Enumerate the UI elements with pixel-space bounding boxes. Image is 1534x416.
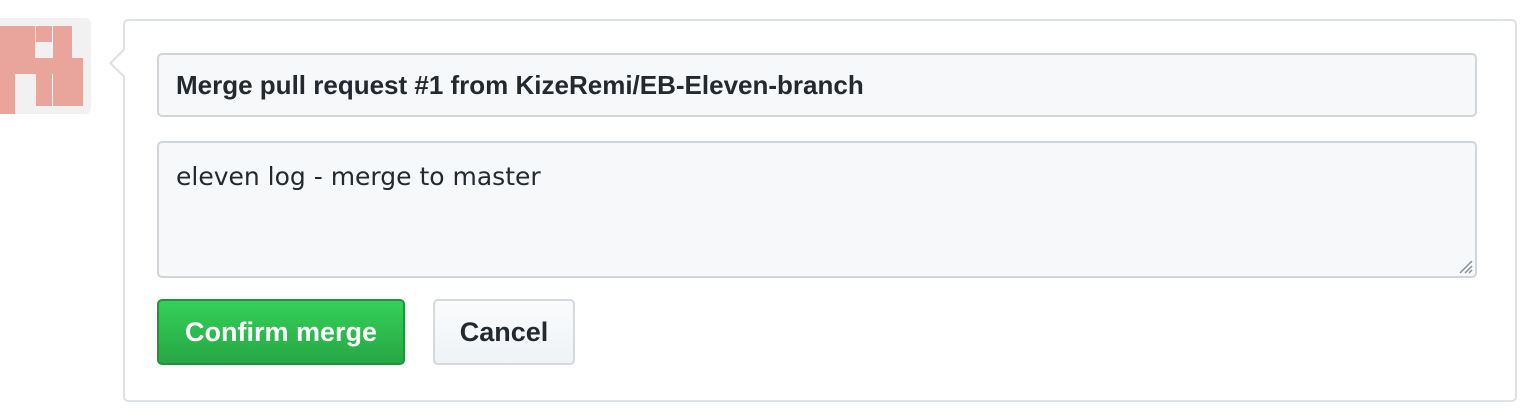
confirm-merge-label: Confirm merge xyxy=(184,316,378,347)
cancel-label: Cancel xyxy=(459,316,549,347)
resize-grip-icon[interactable] xyxy=(1455,256,1473,274)
confirm-merge-button[interactable]: Confirm merge xyxy=(157,299,405,365)
commit-message-text: eleven log - merge to master xyxy=(176,162,541,191)
cancel-button[interactable]: Cancel xyxy=(433,299,575,365)
identicon-icon xyxy=(0,26,83,114)
commit-message-textarea[interactable]: eleven log - merge to master xyxy=(157,141,1477,278)
panel-pointer-fill xyxy=(112,50,125,76)
author-avatar[interactable] xyxy=(0,18,91,114)
commit-title-input[interactable] xyxy=(157,53,1477,117)
